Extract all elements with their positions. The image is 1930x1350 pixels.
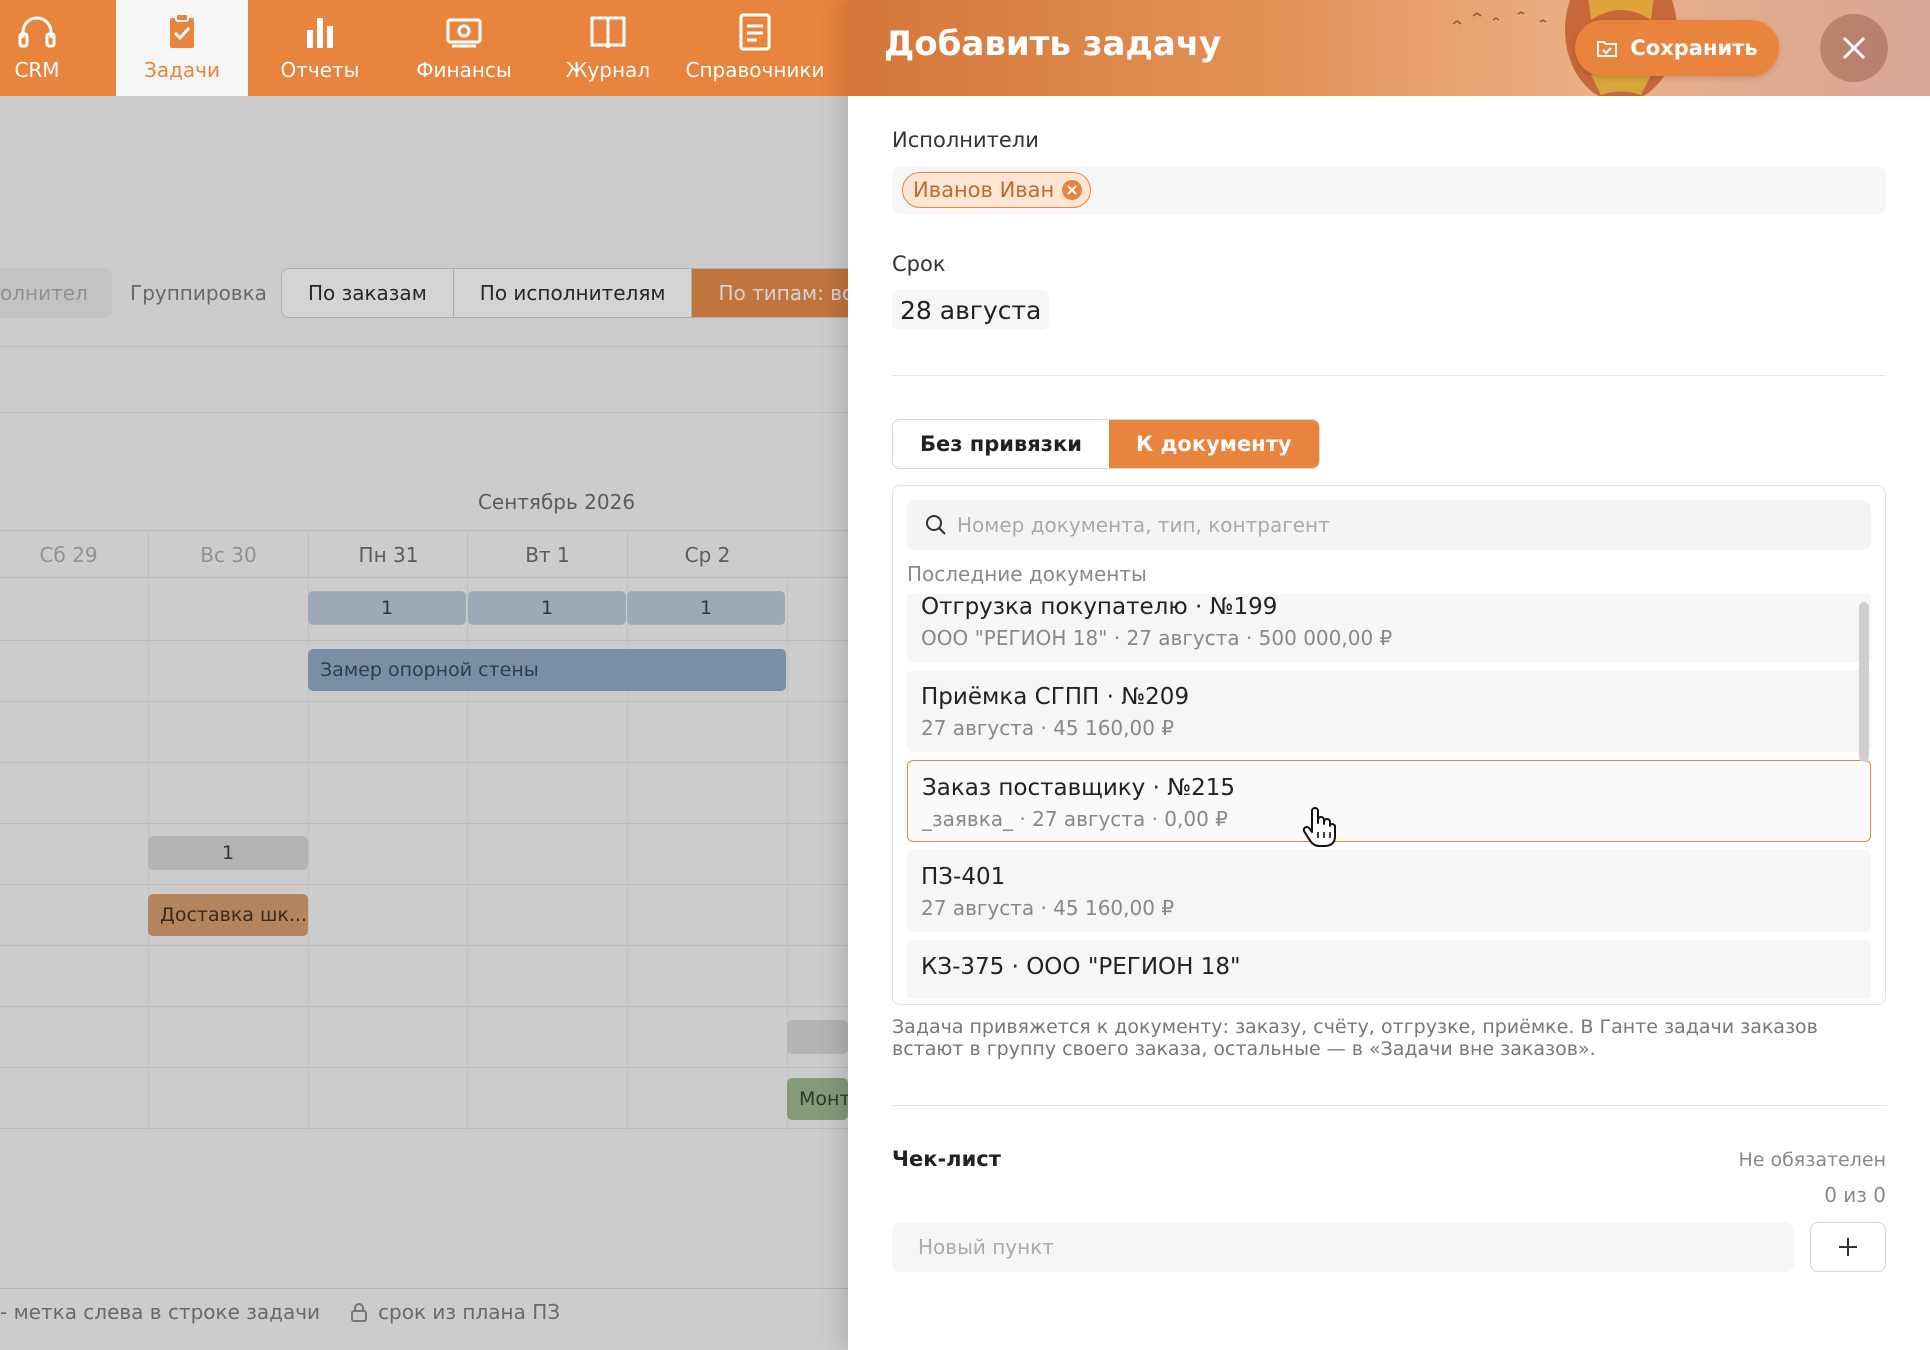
document-subtitle: 27 августа · 45 160,00 ₽ xyxy=(921,716,1175,740)
assignee-name: Иванов Иван xyxy=(913,178,1055,202)
recent-documents-label: Последние документы xyxy=(907,562,1147,586)
close-button[interactable] xyxy=(1820,14,1888,82)
new-checklist-item-input[interactable] xyxy=(892,1222,1794,1272)
drawer-title: Добавить задачу xyxy=(884,24,1222,64)
book-icon xyxy=(590,16,626,49)
binding-hint: Задача привяжется к документу: заказу, с… xyxy=(892,1016,1818,1060)
plus-icon xyxy=(1839,1238,1857,1256)
bar-chart-icon xyxy=(307,18,333,48)
nav-item-tasks[interactable]: Задачи xyxy=(116,0,248,96)
remove-assignee-icon[interactable] xyxy=(1062,180,1083,200)
document-search-input[interactable] xyxy=(957,513,1837,537)
nav-label: Журнал xyxy=(565,58,651,82)
document-list-scrollbar[interactable] xyxy=(1859,602,1869,762)
no-binding-tab[interactable]: Без привязки xyxy=(893,420,1109,468)
nav-label: Финансы xyxy=(416,58,512,82)
nav-label: Задачи xyxy=(144,58,220,82)
close-icon xyxy=(1842,36,1866,60)
nav-item-finance[interactable]: Финансы xyxy=(392,0,536,96)
document-item[interactable]: Приёмка СГПП · №209 27 августа · 45 160,… xyxy=(907,670,1871,752)
nav-item-reports[interactable]: Отчеты xyxy=(248,0,392,96)
document-item[interactable]: КЗ-375 · ООО "РЕГИОН 18" xyxy=(907,940,1871,998)
binding-segmented-control: Без привязки К документу xyxy=(892,419,1320,469)
due-date-field[interactable]: 28 августа xyxy=(892,290,1050,330)
assignees-field[interactable]: Иванов Иван xyxy=(892,166,1886,214)
document-subtitle: ООО "РЕГИОН 18" · 27 августа · 500 000,0… xyxy=(921,626,1393,650)
document-icon xyxy=(739,13,771,51)
headset-icon xyxy=(18,16,56,48)
document-title: Отгрузка покупателю · №199 xyxy=(921,594,1278,620)
section-divider xyxy=(892,375,1886,376)
modal-backdrop[interactable] xyxy=(0,96,848,1350)
assignees-label: Исполнители xyxy=(892,128,1039,152)
document-picker: Последние документы Отгрузка покупателю … xyxy=(892,485,1886,1005)
checklist-count: 0 из 0 xyxy=(1824,1183,1886,1207)
due-date-label: Срок xyxy=(892,252,946,276)
nav-label: Справочники xyxy=(685,58,825,82)
checklist-title: Чек-лист xyxy=(892,1147,1001,1171)
document-subtitle: 27 августа · 45 160,00 ₽ xyxy=(921,896,1175,920)
money-icon xyxy=(446,18,482,48)
nav-item-references[interactable]: Справочники xyxy=(680,0,830,96)
document-title: КЗ-375 · ООО "РЕГИОН 18" xyxy=(921,954,1241,980)
checklist-optional-label: Не обязателен xyxy=(1738,1149,1886,1171)
nav-label: CRM xyxy=(14,58,60,82)
nav-item-crm[interactable]: CRM xyxy=(0,0,74,96)
document-title: ПЗ-401 xyxy=(921,864,1006,890)
search-icon xyxy=(926,515,946,535)
document-subtitle: _заявка_ · 27 августа · 0,00 ₽ xyxy=(922,807,1228,831)
document-title: Заказ поставщику · №215 xyxy=(922,775,1236,801)
hand-pointer-cursor-icon xyxy=(1302,807,1336,847)
section-divider xyxy=(892,1105,1886,1106)
save-button-label: Сохранить xyxy=(1630,36,1758,60)
document-item[interactable]: Отгрузка покупателю · №199 ООО "РЕГИОН 1… xyxy=(907,594,1871,662)
assignee-chip[interactable]: Иванов Иван xyxy=(902,172,1092,208)
document-list: Отгрузка покупателю · №199 ООО "РЕГИОН 1… xyxy=(907,594,1871,998)
save-button[interactable]: Сохранить xyxy=(1575,20,1779,76)
document-item[interactable]: ПЗ-401 27 августа · 45 160,00 ₽ xyxy=(907,850,1871,932)
add-checklist-item-button[interactable] xyxy=(1810,1222,1886,1272)
folder-check-icon xyxy=(1597,41,1618,57)
nav-item-journal[interactable]: Журнал xyxy=(536,0,680,96)
birds-illustration xyxy=(1452,11,1547,25)
document-title: Приёмка СГПП · №209 xyxy=(921,684,1190,710)
document-search xyxy=(907,500,1871,550)
clipboard-check-icon xyxy=(170,13,194,48)
document-item[interactable]: Заказ поставщику · №215 _заявка_ · 27 ав… xyxy=(907,760,1871,842)
bind-to-document-tab[interactable]: К документу xyxy=(1108,420,1319,468)
add-task-drawer: Добавить задачу Сохранить Исполнители Ив… xyxy=(848,0,1930,1350)
drawer-header: Добавить задачу Сохранить xyxy=(848,0,1930,96)
nav-label: Отчеты xyxy=(280,58,360,82)
